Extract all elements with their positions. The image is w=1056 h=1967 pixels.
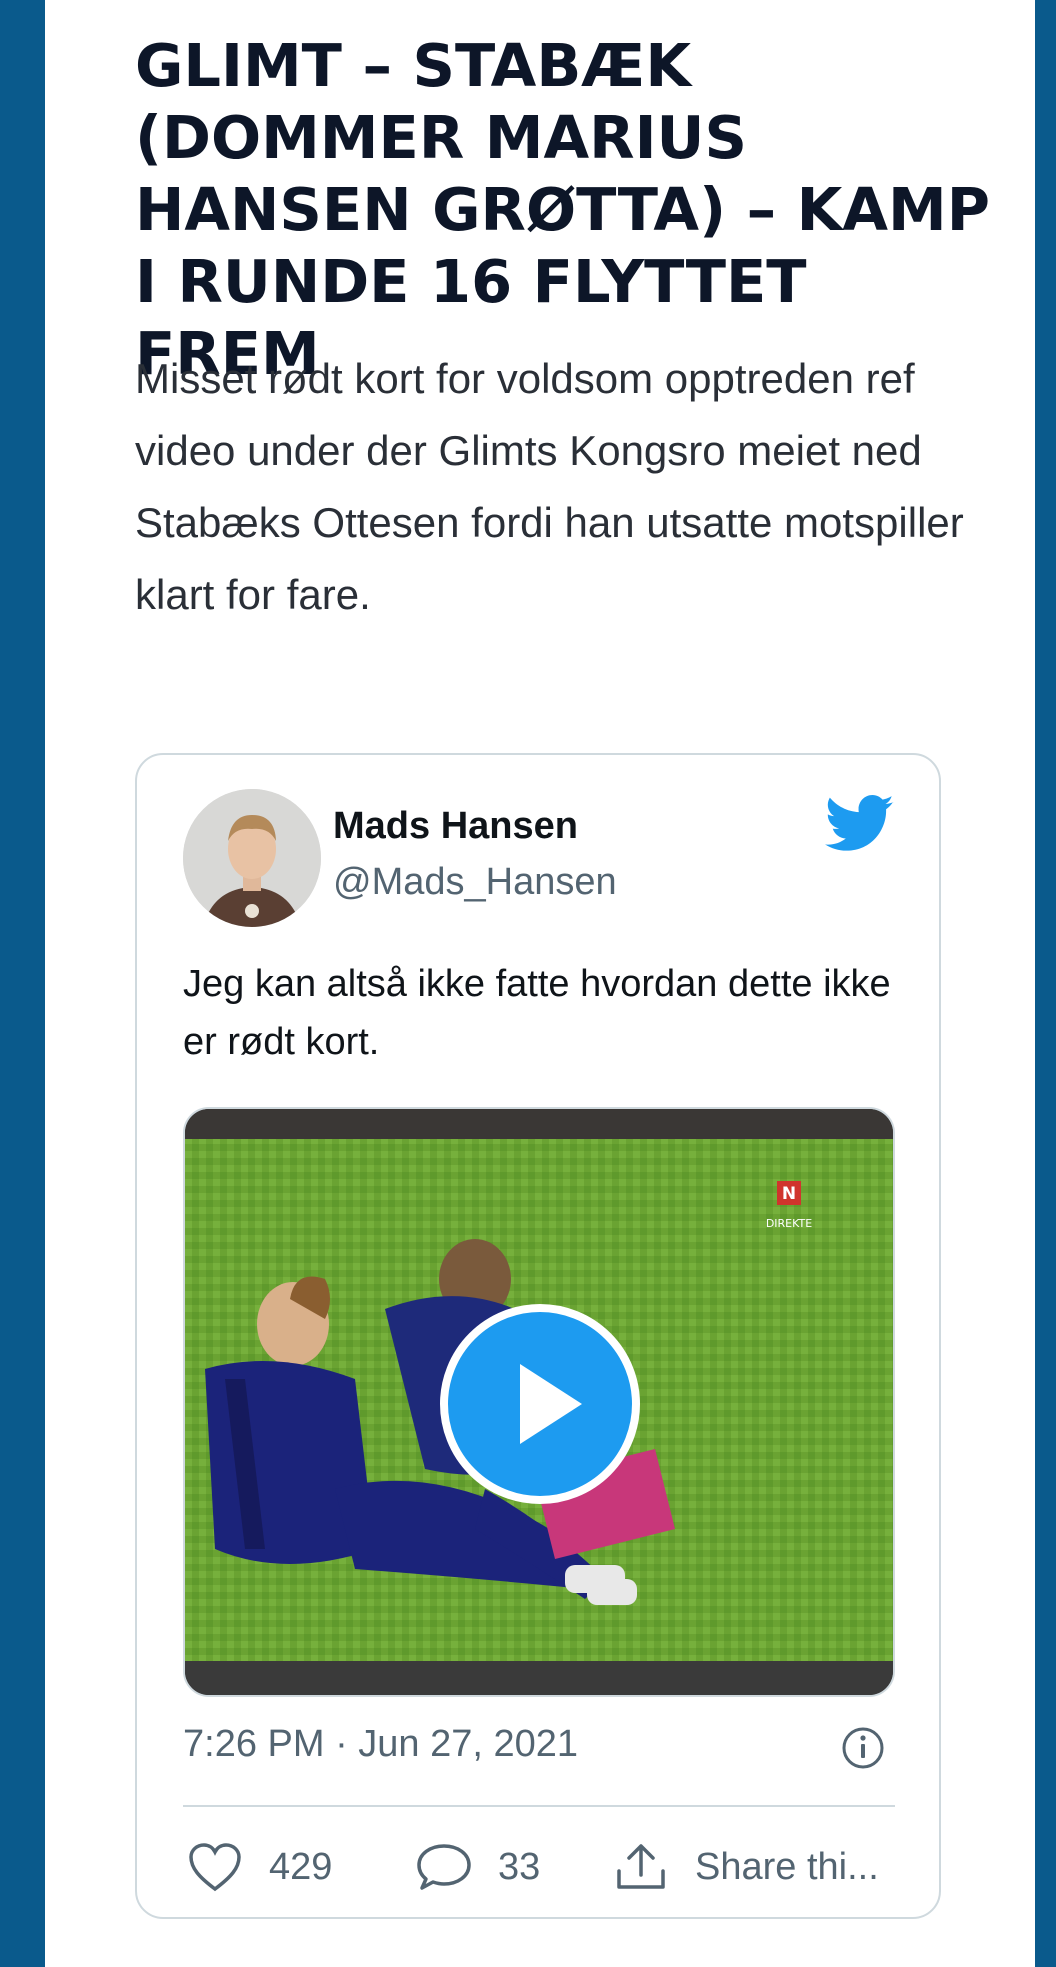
author-handle[interactable]: @Mads_Hansen (333, 861, 617, 904)
embedded-tweet[interactable]: Mads Hansen @Mads_Hansen Jeg kan altså i… (135, 753, 941, 1919)
tweet-video[interactable]: N DIREKTE (183, 1107, 895, 1697)
divider (183, 1805, 895, 1807)
heart-icon (189, 1843, 241, 1892)
speech-bubble-icon (417, 1844, 471, 1890)
play-icon (520, 1364, 582, 1444)
author-name[interactable]: Mads Hansen (333, 805, 578, 848)
like-button[interactable]: 429 (187, 1835, 332, 1899)
broadcaster-logo: N (782, 1184, 796, 1204)
share-button[interactable]: Share thi... (613, 1835, 879, 1899)
article-headline: GLIMT – STABÆK (DOMMER MARIUS HANSEN GRØ… (135, 31, 990, 388)
reply-count: 33 (498, 1845, 541, 1888)
tweet-timestamp[interactable]: 7:26 PM · Jun 27, 2021 (183, 1723, 578, 1766)
tweet-text: Jeg kan altså ikke fatte hvordan dette i… (183, 963, 891, 1063)
avatar[interactable] (183, 789, 321, 927)
tweet-actions: 429 33 Share thi... (183, 1835, 895, 1899)
reply-button[interactable]: 33 (416, 1835, 540, 1899)
twitter-bird-icon[interactable] (824, 795, 895, 853)
like-count: 429 (269, 1845, 333, 1888)
live-label: DIREKTE (766, 1217, 812, 1230)
play-button[interactable] (440, 1304, 640, 1504)
share-upload-icon (617, 1844, 665, 1889)
info-icon[interactable] (840, 1725, 886, 1771)
article-lede: Misset rødt kort for voldsom opptreden r… (135, 355, 964, 618)
share-label: Share thi... (695, 1845, 879, 1888)
article-page: GLIMT – STABÆK (DOMMER MARIUS HANSEN GRØ… (45, 0, 1035, 1967)
